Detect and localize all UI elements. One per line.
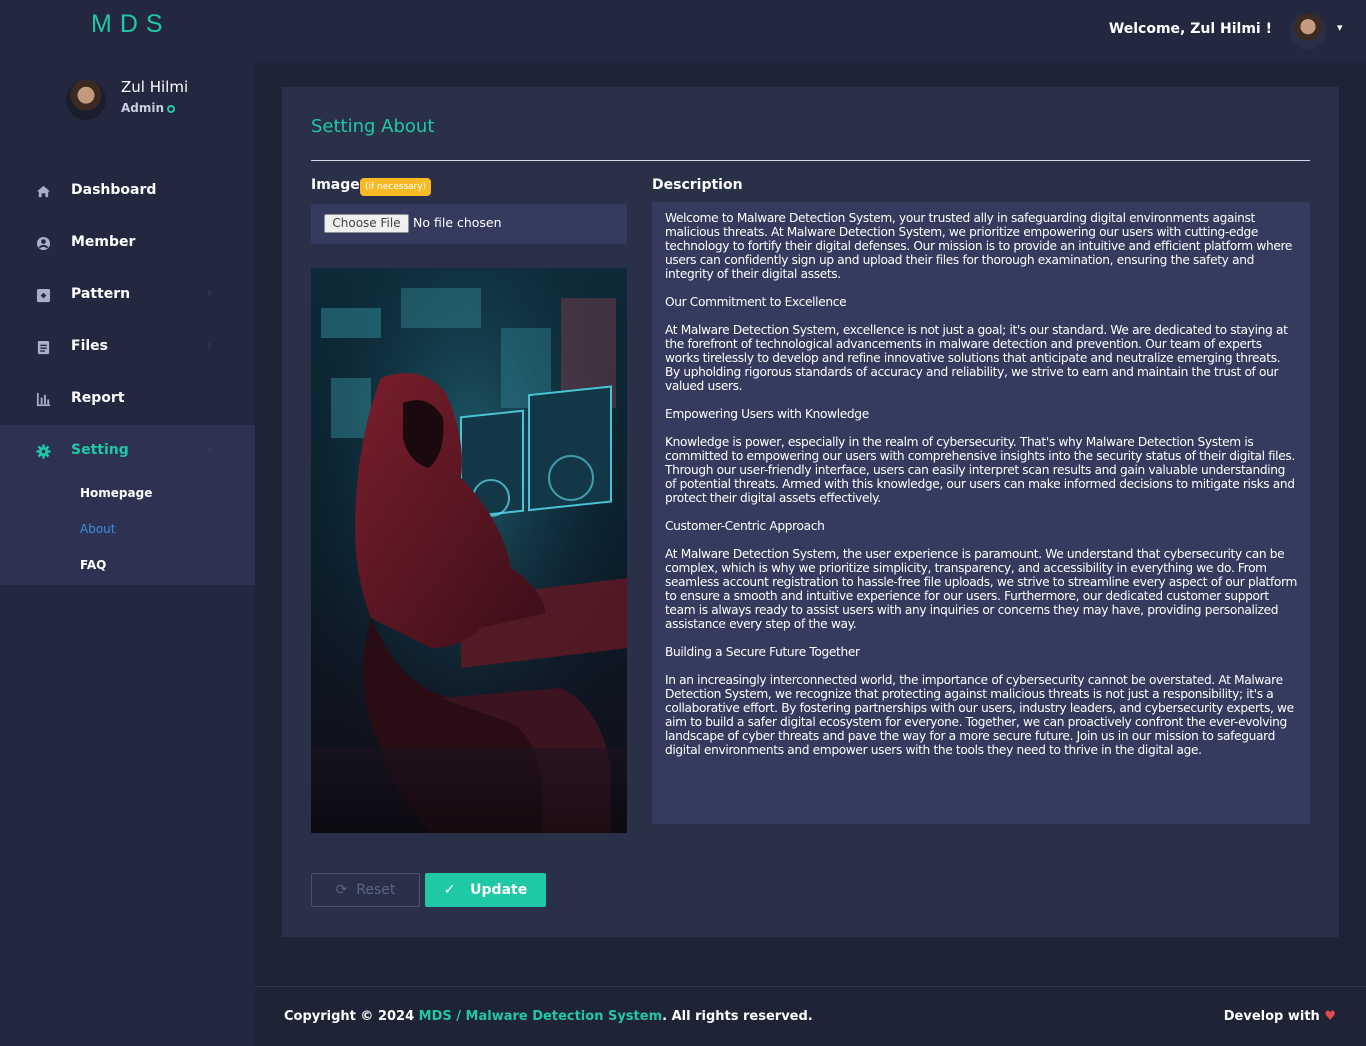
sidebar-item-label: Dashboard [71, 182, 157, 198]
about-image-preview [311, 268, 627, 833]
user-avatar[interactable] [1290, 13, 1326, 49]
description-paragraph: In an increasingly interconnected world,… [665, 673, 1294, 757]
user-circle-icon [36, 236, 51, 251]
home-icon [36, 184, 51, 199]
description-textarea[interactable]: Welcome to Malware Detection System, you… [652, 202, 1310, 824]
setting-submenu: Homepage About FAQ [0, 477, 255, 585]
online-status-icon [167, 105, 175, 113]
update-label: Update [470, 882, 528, 898]
chevron-right-icon: › [207, 442, 212, 456]
description-paragraph: Welcome to Malware Detection System, you… [665, 211, 1293, 281]
refresh-icon: ⟳ [335, 882, 348, 898]
description-paragraph: At Malware Detection System, the user ex… [665, 547, 1297, 631]
bar-chart-icon [36, 392, 51, 407]
reset-label: Reset [356, 882, 396, 898]
chevron-down-icon[interactable]: ▾ [1337, 21, 1343, 34]
file-status-text: No file chosen [413, 215, 502, 230]
welcome-text: Welcome, Zul Hilmi ! [1108, 21, 1272, 37]
file-icon [36, 340, 51, 355]
sidebar-item-label: Setting [71, 442, 129, 458]
profile-avatar [66, 80, 106, 120]
description-paragraph: At Malware Detection System, excellence … [665, 323, 1288, 393]
divider [311, 160, 1310, 161]
sidebar-item-dashboard[interactable]: Dashboard [0, 165, 255, 217]
pattern-icon [36, 288, 51, 303]
footer-site-link[interactable]: MDS / Malware Detection System [419, 1009, 662, 1024]
image-file-input[interactable]: Choose File No file chosen [311, 204, 627, 244]
update-button[interactable]: ✓ Update [425, 873, 546, 907]
sidebar-item-label: Member [71, 234, 136, 250]
description-paragraph: Empowering Users with Knowledge [665, 407, 869, 421]
submenu-item-homepage[interactable]: Homepage [80, 486, 152, 500]
description-paragraph: Knowledge is power, especially in the re… [665, 435, 1295, 505]
copyright-text: Copyright © 2024 MDS / Malware Detection… [284, 1009, 813, 1024]
develop-label: Develop with [1223, 1009, 1320, 1024]
sidebar-item-setting[interactable]: Setting › [0, 425, 255, 477]
sidebar-item-label: Report [71, 390, 125, 406]
develop-with-text: Develop with ♥ [1224, 1009, 1336, 1024]
setting-about-card: Setting About Image (if necessary) Choos… [282, 87, 1339, 937]
copyright-prefix: Copyright © 2024 [284, 1009, 419, 1024]
submenu-item-about[interactable]: About [80, 522, 115, 536]
description-paragraph: Our Commitment to Excellence [665, 295, 847, 309]
profile-name: Zul Hilmi [121, 78, 189, 96]
reset-button[interactable]: ⟳ Reset [311, 873, 420, 907]
sidebar-item-member[interactable]: Member [0, 217, 255, 269]
description-label: Description [652, 177, 743, 193]
heart-icon: ♥ [1324, 1009, 1336, 1024]
sidebar: Zul Hilmi Admin Dashboard Member Pattern… [0, 63, 255, 1046]
description-paragraph: Customer-Centric Approach [665, 519, 825, 533]
sidebar-item-pattern[interactable]: Pattern › [0, 269, 255, 321]
footer: Copyright © 2024 MDS / Malware Detection… [255, 986, 1366, 1046]
profile-role: Admin [121, 101, 165, 115]
sidebar-item-label: Files [71, 338, 108, 354]
check-icon: ✓ [443, 882, 456, 898]
sidebar-item-files[interactable]: Files › [0, 321, 255, 373]
gear-icon [36, 444, 51, 459]
choose-file-button[interactable]: Choose File [324, 214, 409, 233]
chevron-right-icon: › [207, 286, 212, 300]
chevron-right-icon: › [207, 338, 212, 352]
description-paragraph: Building a Secure Future Together [665, 645, 860, 659]
sidebar-item-label: Pattern [71, 286, 131, 302]
copyright-suffix: . All rights reserved. [662, 1009, 813, 1024]
image-label: Image [311, 177, 360, 193]
page-title: Setting About [311, 116, 435, 137]
submenu-item-faq[interactable]: FAQ [80, 558, 106, 572]
optional-badge: (if necessary) [360, 178, 432, 196]
top-bar: MDS Welcome, Zul Hilmi ! ▾ [0, 0, 1366, 63]
brand-logo[interactable]: MDS [91, 10, 171, 39]
sidebar-item-report[interactable]: Report [0, 373, 255, 425]
